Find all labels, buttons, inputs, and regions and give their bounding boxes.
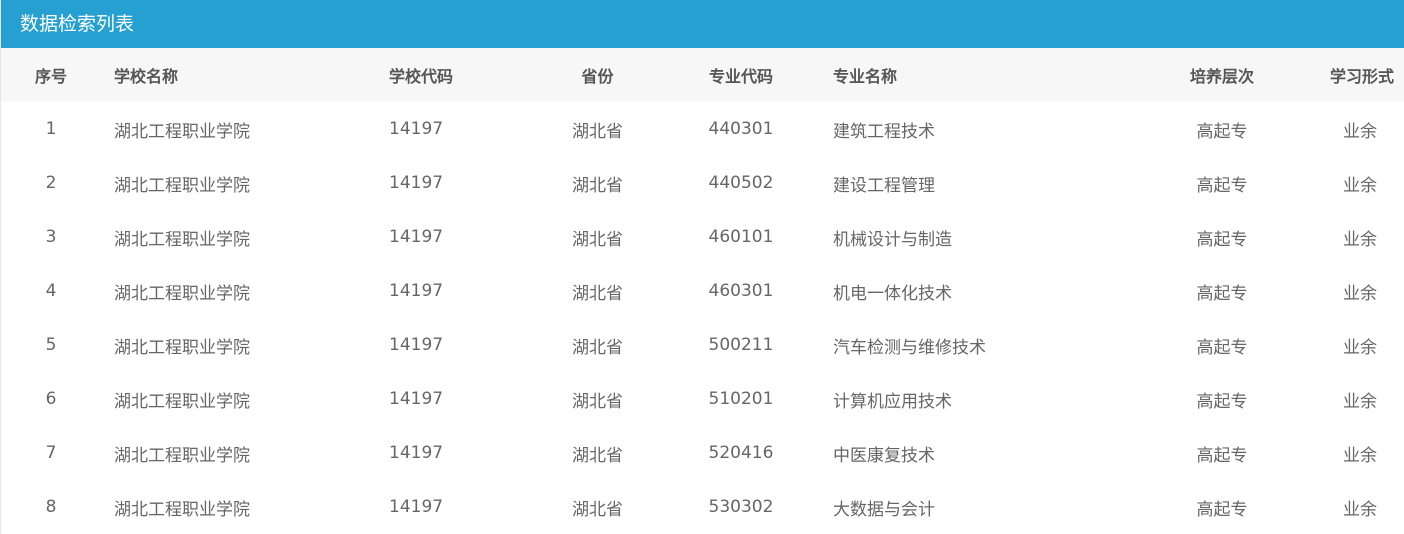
cell-index: 6 xyxy=(45,389,57,409)
table-header: 序号 学校名称 学校代码 省份 专业代码 专业名称 培养层次 学习形式 xyxy=(1,48,1404,102)
cell-province: 湖北省 xyxy=(572,337,623,358)
cell-major-name: 建筑工程技术 xyxy=(833,121,935,142)
table-row: 4 湖北工程职业学院 14197 湖北省 460301 机电一体化技术 高起专 … xyxy=(1,264,1404,318)
cell-level: 高起专 xyxy=(1196,445,1248,466)
table-row: 3 湖北工程职业学院 14197 湖北省 460101 机械设计与制造 高起专 … xyxy=(1,210,1404,264)
cell-province: 湖北省 xyxy=(572,283,623,304)
cell-school-name: 湖北工程职业学院 xyxy=(114,391,250,412)
cell-school-code: 14197 xyxy=(389,443,444,463)
cell-province: 湖北省 xyxy=(572,445,623,466)
cell-school-code: 14197 xyxy=(389,389,444,409)
table-row: 8 湖北工程职业学院 14197 湖北省 530302 大数据与会计 高起专 业… xyxy=(1,480,1404,534)
cell-major-code: 440502 xyxy=(708,173,774,193)
table-row: 5 湖北工程职业学院 14197 湖北省 500211 汽车检测与维修技术 高起… xyxy=(1,318,1404,372)
cell-index: 4 xyxy=(45,281,57,301)
cell-school-name: 湖北工程职业学院 xyxy=(114,229,250,250)
header-row: 序号 学校名称 学校代码 省份 专业代码 专业名称 培养层次 学习形式 xyxy=(1,48,1404,102)
cell-major-code: 500211 xyxy=(708,335,774,355)
cell-school-code: 14197 xyxy=(389,173,444,193)
cell-level: 高起专 xyxy=(1196,283,1248,304)
cell-study-mode: 业余 xyxy=(1343,391,1377,412)
table-row: 6 湖北工程职业学院 14197 湖北省 510201 计算机应用技术 高起专 … xyxy=(1,372,1404,426)
cell-school-name: 湖北工程职业学院 xyxy=(114,337,250,358)
header-study-mode: 学习形式 xyxy=(1299,48,1404,102)
cell-index: 2 xyxy=(45,173,57,193)
cell-major-name: 机械设计与制造 xyxy=(833,229,952,250)
cell-major-code: 530302 xyxy=(708,497,774,517)
header-index: 序号 xyxy=(1,48,101,102)
panel-title: 数据检索列表 xyxy=(1,0,1404,48)
cell-study-mode: 业余 xyxy=(1343,121,1377,142)
cell-school-name: 湖北工程职业学院 xyxy=(114,121,250,142)
table-row: 1 湖北工程职业学院 14197 湖北省 440301 建筑工程技术 高起专 业… xyxy=(1,102,1404,156)
header-level: 培养层次 xyxy=(1145,48,1299,102)
data-search-panel: 数据检索列表 序号 学校名称 学校代码 省份 专业代码 专业名称 培养层次 学习… xyxy=(0,0,1404,534)
cell-major-name: 计算机应用技术 xyxy=(833,391,952,412)
cell-major-name: 汽车检测与维修技术 xyxy=(833,337,986,358)
cell-major-code: 460101 xyxy=(708,227,774,247)
cell-index: 8 xyxy=(45,497,57,517)
cell-study-mode: 业余 xyxy=(1343,175,1377,196)
cell-study-mode: 业余 xyxy=(1343,445,1377,466)
cell-school-code: 14197 xyxy=(389,497,444,517)
results-table: 序号 学校名称 学校代码 省份 专业代码 专业名称 培养层次 学习形式 1 湖北… xyxy=(1,48,1404,534)
cell-study-mode: 业余 xyxy=(1343,337,1377,358)
cell-school-name: 湖北工程职业学院 xyxy=(114,283,250,304)
cell-index: 5 xyxy=(45,335,57,355)
cell-level: 高起专 xyxy=(1196,229,1248,250)
cell-province: 湖北省 xyxy=(572,499,623,520)
cell-level: 高起专 xyxy=(1196,337,1248,358)
cell-major-name: 大数据与会计 xyxy=(833,499,935,520)
header-province: 省份 xyxy=(536,48,659,102)
cell-school-code: 14197 xyxy=(389,227,444,247)
cell-school-name: 湖北工程职业学院 xyxy=(114,445,250,466)
table-body: 1 湖北工程职业学院 14197 湖北省 440301 建筑工程技术 高起专 业… xyxy=(1,102,1404,534)
cell-index: 1 xyxy=(45,119,57,139)
cell-level: 高起专 xyxy=(1196,175,1248,196)
cell-major-code: 510201 xyxy=(708,389,774,409)
cell-study-mode: 业余 xyxy=(1343,229,1377,250)
cell-level: 高起专 xyxy=(1196,499,1248,520)
cell-province: 湖北省 xyxy=(572,121,623,142)
cell-index: 7 xyxy=(45,443,57,463)
cell-major-code: 440301 xyxy=(708,119,774,139)
cell-level: 高起专 xyxy=(1196,121,1248,142)
cell-province: 湖北省 xyxy=(572,175,623,196)
cell-school-name: 湖北工程职业学院 xyxy=(114,499,250,520)
cell-study-mode: 业余 xyxy=(1343,499,1377,520)
header-major-code: 专业代码 xyxy=(659,48,823,102)
cell-school-code: 14197 xyxy=(389,119,444,139)
cell-index: 3 xyxy=(45,227,57,247)
cell-province: 湖北省 xyxy=(572,391,623,412)
header-school-code: 学校代码 xyxy=(376,48,536,102)
table-row: 7 湖北工程职业学院 14197 湖北省 520416 中医康复技术 高起专 业… xyxy=(1,426,1404,480)
header-major-name: 专业名称 xyxy=(823,48,1145,102)
cell-province: 湖北省 xyxy=(572,229,623,250)
cell-major-name: 中医康复技术 xyxy=(833,445,935,466)
cell-major-code: 460301 xyxy=(708,281,774,301)
cell-study-mode: 业余 xyxy=(1343,283,1377,304)
table-row: 2 湖北工程职业学院 14197 湖北省 440502 建设工程管理 高起专 业… xyxy=(1,156,1404,210)
cell-major-name: 机电一体化技术 xyxy=(833,283,952,304)
cell-school-name: 湖北工程职业学院 xyxy=(114,175,250,196)
cell-school-code: 14197 xyxy=(389,335,444,355)
cell-level: 高起专 xyxy=(1196,391,1248,412)
cell-major-name: 建设工程管理 xyxy=(833,175,935,196)
header-school-name: 学校名称 xyxy=(101,48,376,102)
cell-school-code: 14197 xyxy=(389,281,444,301)
cell-major-code: 520416 xyxy=(708,443,774,463)
